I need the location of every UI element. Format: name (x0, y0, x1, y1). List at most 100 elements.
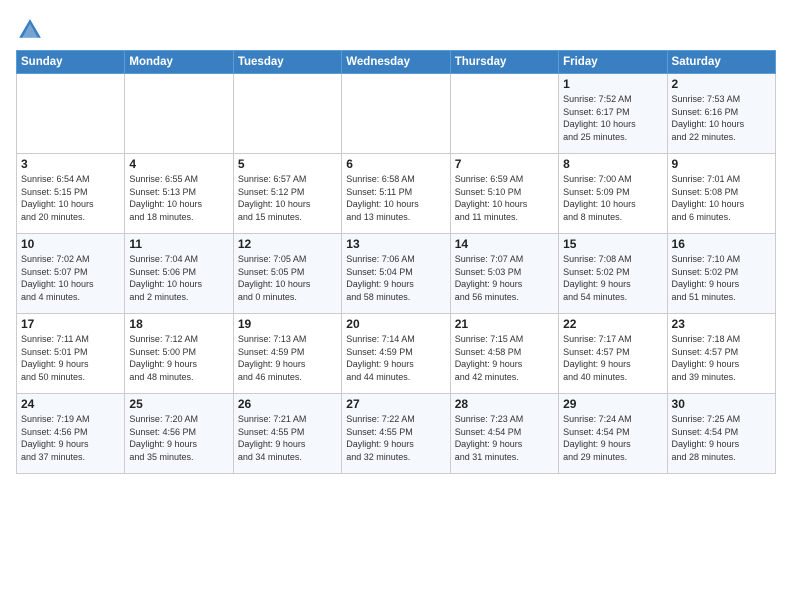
calendar-cell: 23Sunrise: 7:18 AM Sunset: 4:57 PM Dayli… (667, 314, 775, 394)
calendar-cell (17, 74, 125, 154)
day-detail: Sunrise: 7:04 AM Sunset: 5:06 PM Dayligh… (129, 253, 228, 303)
day-detail: Sunrise: 7:22 AM Sunset: 4:55 PM Dayligh… (346, 413, 445, 463)
day-number: 21 (455, 317, 554, 331)
weekday-header: Tuesday (233, 51, 341, 74)
day-number: 2 (672, 77, 771, 91)
calendar-cell: 16 Sunrise: 7:10 AM Sunset: 5:02 PM Dayli… (667, 234, 775, 314)
calendar-table: SundayMondayTuesdayWednesdayThursdayFrid… (16, 50, 776, 474)
calendar-cell: 13 Sunrise: 7:06 AM Sunset: 5:04 PM Dayli… (342, 234, 450, 314)
day-detail: Sunrise: 6:55 AM Sunset: 5:13 PM Dayligh… (129, 173, 228, 223)
day-detail: Sunrise: 7:23 AM Sunset: 4:54 PM Dayligh… (455, 413, 554, 463)
day-number: 1 (563, 77, 662, 91)
day-number: 20 (346, 317, 445, 331)
day-detail: Sunrise: 7:05 AM Sunset: 5:05 PM Dayligh… (238, 253, 337, 303)
day-number: 18 (129, 317, 228, 331)
day-number: 4 (129, 157, 228, 171)
day-number: 26 (238, 397, 337, 411)
weekday-header: Saturday (667, 51, 775, 74)
day-number: 9 (672, 157, 771, 171)
day-detail: Sunrise: 7:02 AM Sunset: 5:07 PM Dayligh… (21, 253, 120, 303)
weekday-header: Wednesday (342, 51, 450, 74)
day-number: 11 (129, 237, 228, 251)
calendar-week-row: 1Sunrise: 7:52 AM Sunset: 6:17 PM Daylig… (17, 74, 776, 154)
calendar-cell: 9 Sunrise: 7:01 AM Sunset: 5:08 PM Daylig… (667, 154, 775, 234)
day-detail: Sunrise: 7:01 AM Sunset: 5:08 PM Dayligh… (672, 173, 771, 223)
calendar-cell: 28 Sunrise: 7:23 AM Sunset: 4:54 PM Dayli… (450, 394, 558, 474)
day-number: 16 (672, 237, 771, 251)
day-detail: Sunrise: 7:08 AM Sunset: 5:02 PM Dayligh… (563, 253, 662, 303)
day-detail: Sunrise: 7:06 AM Sunset: 5:04 PM Dayligh… (346, 253, 445, 303)
day-detail: Sunrise: 7:19 AM Sunset: 4:56 PM Dayligh… (21, 413, 120, 463)
day-number: 3 (21, 157, 120, 171)
day-detail: Sunrise: 7:20 AM Sunset: 4:56 PM Dayligh… (129, 413, 228, 463)
header (16, 12, 776, 44)
day-number: 5 (238, 157, 337, 171)
logo-icon (16, 16, 44, 44)
day-detail: Sunrise: 7:00 AM Sunset: 5:09 PM Dayligh… (563, 173, 662, 223)
weekday-header: Friday (559, 51, 667, 74)
calendar-cell: 27 Sunrise: 7:22 AM Sunset: 4:55 PM Dayli… (342, 394, 450, 474)
day-detail: Sunrise: 7:15 AM Sunset: 4:58 PM Dayligh… (455, 333, 554, 383)
day-detail: Sunrise: 7:17 AM Sunset: 4:57 PM Dayligh… (563, 333, 662, 383)
day-detail: Sunrise: 7:21 AM Sunset: 4:55 PM Dayligh… (238, 413, 337, 463)
day-number: 28 (455, 397, 554, 411)
calendar-cell: 24 Sunrise: 7:19 AM Sunset: 4:56 PM Dayli… (17, 394, 125, 474)
calendar-cell: 17Sunrise: 7:11 AM Sunset: 5:01 PM Dayli… (17, 314, 125, 394)
calendar-cell: 22Sunrise: 7:17 AM Sunset: 4:57 PM Dayli… (559, 314, 667, 394)
day-number: 13 (346, 237, 445, 251)
calendar-cell: 15 Sunrise: 7:08 AM Sunset: 5:02 PM Dayli… (559, 234, 667, 314)
logo (16, 16, 48, 44)
day-number: 6 (346, 157, 445, 171)
day-number: 19 (238, 317, 337, 331)
calendar-cell (342, 74, 450, 154)
day-number: 25 (129, 397, 228, 411)
calendar-cell: 2 Sunrise: 7:53 AM Sunset: 6:16 PM Daylig… (667, 74, 775, 154)
day-detail: Sunrise: 7:14 AM Sunset: 4:59 PM Dayligh… (346, 333, 445, 383)
day-number: 8 (563, 157, 662, 171)
calendar-cell: 11 Sunrise: 7:04 AM Sunset: 5:06 PM Dayli… (125, 234, 233, 314)
calendar-body: 1Sunrise: 7:52 AM Sunset: 6:17 PM Daylig… (17, 74, 776, 474)
calendar-cell: 26 Sunrise: 7:21 AM Sunset: 4:55 PM Dayli… (233, 394, 341, 474)
day-detail: Sunrise: 7:53 AM Sunset: 6:16 PM Dayligh… (672, 93, 771, 143)
day-number: 10 (21, 237, 120, 251)
day-number: 15 (563, 237, 662, 251)
day-number: 29 (563, 397, 662, 411)
calendar-cell: 4 Sunrise: 6:55 AM Sunset: 5:13 PM Daylig… (125, 154, 233, 234)
calendar-cell: 20 Sunrise: 7:14 AM Sunset: 4:59 PM Dayli… (342, 314, 450, 394)
calendar-cell (450, 74, 558, 154)
calendar-cell: 21 Sunrise: 7:15 AM Sunset: 4:58 PM Dayli… (450, 314, 558, 394)
calendar-cell: 5 Sunrise: 6:57 AM Sunset: 5:12 PM Daylig… (233, 154, 341, 234)
day-detail: Sunrise: 7:18 AM Sunset: 4:57 PM Dayligh… (672, 333, 771, 383)
calendar-cell: 1Sunrise: 7:52 AM Sunset: 6:17 PM Daylig… (559, 74, 667, 154)
calendar-cell: 8 Sunrise: 7:00 AM Sunset: 5:09 PM Daylig… (559, 154, 667, 234)
calendar-cell: 19 Sunrise: 7:13 AM Sunset: 4:59 PM Dayli… (233, 314, 341, 394)
calendar-cell: 14Sunrise: 7:07 AM Sunset: 5:03 PM Dayli… (450, 234, 558, 314)
day-number: 17 (21, 317, 120, 331)
day-detail: Sunrise: 6:57 AM Sunset: 5:12 PM Dayligh… (238, 173, 337, 223)
calendar-cell (233, 74, 341, 154)
calendar-cell: 7Sunrise: 6:59 AM Sunset: 5:10 PM Daylig… (450, 154, 558, 234)
calendar-cell: 10 Sunrise: 7:02 AM Sunset: 5:07 PM Dayli… (17, 234, 125, 314)
day-detail: Sunrise: 6:54 AM Sunset: 5:15 PM Dayligh… (21, 173, 120, 223)
day-detail: Sunrise: 7:25 AM Sunset: 4:54 PM Dayligh… (672, 413, 771, 463)
day-detail: Sunrise: 7:24 AM Sunset: 4:54 PM Dayligh… (563, 413, 662, 463)
day-detail: Sunrise: 7:10 AM Sunset: 5:02 PM Dayligh… (672, 253, 771, 303)
calendar-header: SundayMondayTuesdayWednesdayThursdayFrid… (17, 51, 776, 74)
calendar-cell: 18Sunrise: 7:12 AM Sunset: 5:00 PM Dayli… (125, 314, 233, 394)
day-number: 12 (238, 237, 337, 251)
calendar-cell: 3 Sunrise: 6:54 AM Sunset: 5:15 PM Daylig… (17, 154, 125, 234)
day-number: 27 (346, 397, 445, 411)
calendar-week-row: 24 Sunrise: 7:19 AM Sunset: 4:56 PM Dayli… (17, 394, 776, 474)
calendar-cell (125, 74, 233, 154)
day-number: 30 (672, 397, 771, 411)
day-number: 7 (455, 157, 554, 171)
weekday-header: Sunday (17, 51, 125, 74)
day-detail: Sunrise: 7:13 AM Sunset: 4:59 PM Dayligh… (238, 333, 337, 383)
calendar-cell: 6Sunrise: 6:58 AM Sunset: 5:11 PM Daylig… (342, 154, 450, 234)
calendar-cell: 25 Sunrise: 7:20 AM Sunset: 4:56 PM Dayli… (125, 394, 233, 474)
day-number: 24 (21, 397, 120, 411)
calendar-cell: 29 Sunrise: 7:24 AM Sunset: 4:54 PM Dayli… (559, 394, 667, 474)
weekday-header: Monday (125, 51, 233, 74)
calendar-cell: 30 Sunrise: 7:25 AM Sunset: 4:54 PM Dayli… (667, 394, 775, 474)
day-number: 14 (455, 237, 554, 251)
